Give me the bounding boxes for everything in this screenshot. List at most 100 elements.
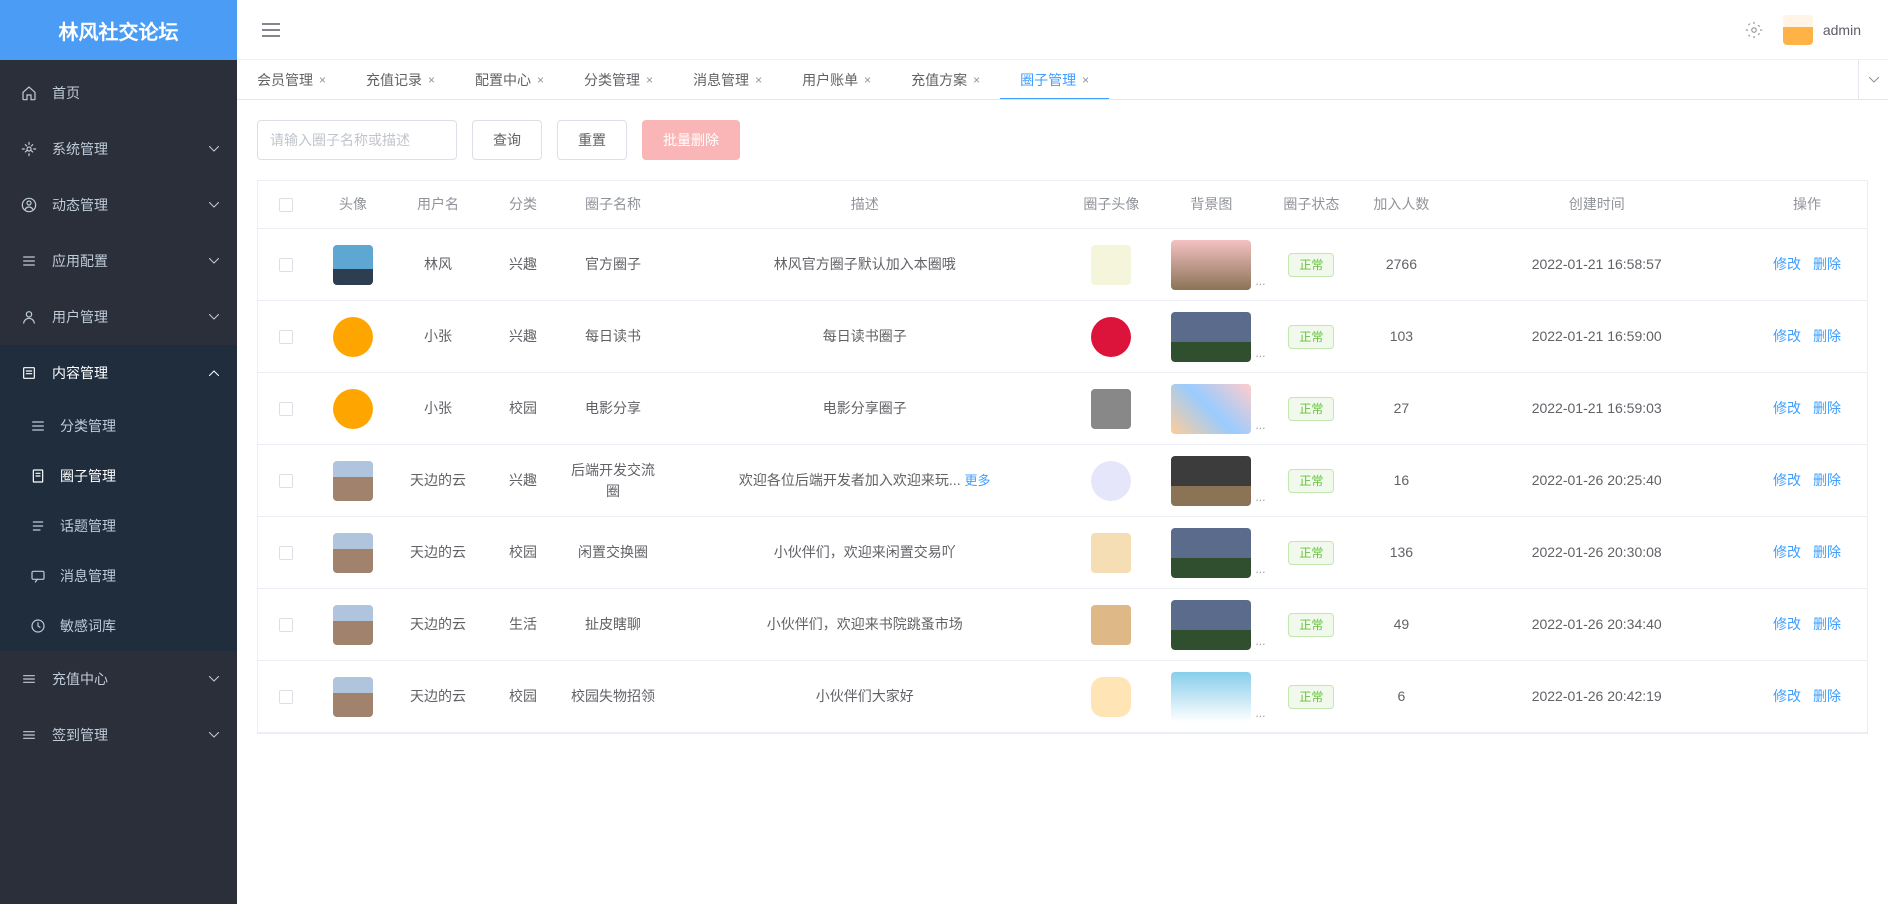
row-checkbox[interactable] xyxy=(279,546,293,560)
tab-消息管理[interactable]: 消息管理× xyxy=(673,60,782,99)
nav-item-用户管理[interactable]: 用户管理 xyxy=(0,289,237,345)
edit-link[interactable]: 修改 xyxy=(1773,326,1801,347)
edit-link[interactable]: 修改 xyxy=(1773,398,1801,419)
background-thumb: ... xyxy=(1171,240,1251,290)
cell-username: 天边的云 xyxy=(393,604,483,645)
row-checkbox[interactable] xyxy=(279,690,293,704)
close-icon[interactable]: × xyxy=(319,73,326,87)
row-checkbox[interactable] xyxy=(279,618,293,632)
row-checkbox[interactable] xyxy=(279,402,293,416)
circle-avatar-thumb xyxy=(1091,245,1131,285)
cell-description: 每日读书圈子 xyxy=(663,316,1066,357)
cell-circle-name: 闲置交换圈 xyxy=(563,532,663,573)
user-menu[interactable]: admin xyxy=(1783,15,1861,45)
status-badge: 正常 xyxy=(1288,469,1334,493)
sub-item-话题管理[interactable]: 话题管理 xyxy=(0,501,237,551)
select-all-checkbox[interactable] xyxy=(279,198,293,212)
col-created: 创建时间 xyxy=(1446,184,1747,225)
filter-toolbar: 查询 重置 批量删除 xyxy=(257,120,1868,160)
close-icon[interactable]: × xyxy=(973,73,980,87)
search-input[interactable] xyxy=(257,120,457,160)
close-icon[interactable]: × xyxy=(428,73,435,87)
tab-充值记录[interactable]: 充值记录× xyxy=(346,60,455,99)
nav-item-首页[interactable]: 首页 xyxy=(0,65,237,121)
col-ops: 操作 xyxy=(1747,184,1867,225)
close-icon[interactable]: × xyxy=(755,73,762,87)
tab-会员管理[interactable]: 会员管理 × xyxy=(237,60,346,99)
nav-item-充值中心[interactable]: 充值中心 xyxy=(0,651,237,707)
delete-link[interactable]: 删除 xyxy=(1813,542,1841,563)
tab-圈子管理[interactable]: 圈子管理× xyxy=(1000,60,1109,99)
sub-item-分类管理[interactable]: 分类管理 xyxy=(0,401,237,451)
tab-label: 用户账单 xyxy=(802,70,858,90)
edit-link[interactable]: 修改 xyxy=(1773,686,1801,707)
sub-item-消息管理[interactable]: 消息管理 xyxy=(0,551,237,601)
nav-label: 充值中心 xyxy=(52,669,108,689)
delete-link[interactable]: 删除 xyxy=(1813,470,1841,491)
sub-label: 话题管理 xyxy=(60,516,116,536)
chevron-down-icon xyxy=(209,732,219,738)
row-checkbox[interactable] xyxy=(279,258,293,272)
cell-category: 兴趣 xyxy=(483,244,563,285)
table-row: 林风 兴趣 官方圈子 林风官方圈子默认加入本圈哦 ... 正常 2766 202… xyxy=(258,229,1867,301)
more-link[interactable]: 更多 xyxy=(964,473,990,488)
edit-link[interactable]: 修改 xyxy=(1773,614,1801,635)
table-row: 天边的云 生活 扯皮瞎聊 小伙伴们，欢迎来书院跳蚤市场 ... 正常 49 20… xyxy=(258,589,1867,661)
nav-item-动态管理[interactable]: 动态管理 xyxy=(0,177,237,233)
circle-avatar-thumb xyxy=(1091,317,1131,357)
circle-avatar-thumb xyxy=(1091,533,1131,573)
nav-item-系统管理[interactable]: 系统管理 xyxy=(0,121,237,177)
tab-用户账单[interactable]: 用户账单 × xyxy=(782,60,891,99)
status-badge: 正常 xyxy=(1288,613,1334,637)
background-thumb: ... xyxy=(1171,600,1251,650)
delete-link[interactable]: 删除 xyxy=(1813,398,1841,419)
cell-created: 2022-01-26 20:25:40 xyxy=(1446,460,1747,501)
username-label: admin xyxy=(1823,22,1861,38)
col-category: 分类 xyxy=(483,184,563,225)
tab-充值方案[interactable]: 充值方案× xyxy=(891,60,1000,99)
nav-label: 签到管理 xyxy=(52,725,108,745)
cell-circle-name: 官方圈子 xyxy=(563,244,663,285)
reset-button[interactable]: 重置 xyxy=(557,120,627,160)
status-badge: 正常 xyxy=(1288,253,1334,277)
tab-分类管理[interactable]: 分类管理× xyxy=(564,60,673,99)
cell-category: 兴趣 xyxy=(483,460,563,501)
close-icon[interactable]: × xyxy=(864,73,871,87)
status-badge: 正常 xyxy=(1288,397,1334,421)
tab-配置中心[interactable]: 配置中心× xyxy=(455,60,564,99)
clock-icon xyxy=(30,618,46,634)
cell-members: 16 xyxy=(1356,460,1446,501)
cell-circle-name: 每日读书 xyxy=(563,316,663,357)
bulk-delete-button[interactable]: 批量删除 xyxy=(642,120,740,160)
edit-link[interactable]: 修改 xyxy=(1773,470,1801,491)
hamburger-icon[interactable] xyxy=(252,23,290,37)
tabs-dropdown-icon[interactable] xyxy=(1858,60,1888,99)
col-circle-avatar: 圈子头像 xyxy=(1066,184,1156,225)
user-circle-icon xyxy=(20,196,38,214)
nav-item-签到管理[interactable]: 签到管理 xyxy=(0,707,237,763)
nav-item-应用配置[interactable]: 应用配置 xyxy=(0,233,237,289)
row-checkbox[interactable] xyxy=(279,474,293,488)
close-icon[interactable]: × xyxy=(646,73,653,87)
cell-description: 欢迎各位后端开发者加入欢迎来玩... 更多 xyxy=(663,460,1066,501)
cell-members: 27 xyxy=(1356,388,1446,429)
sub-item-敏感词库[interactable]: 敏感词库 xyxy=(0,601,237,651)
close-icon[interactable]: × xyxy=(1082,73,1089,87)
close-icon[interactable]: × xyxy=(537,73,544,87)
delete-link[interactable]: 删除 xyxy=(1813,614,1841,635)
nav-label: 动态管理 xyxy=(52,195,108,215)
tab-label: 会员管理 xyxy=(257,70,313,90)
background-thumb: ... xyxy=(1171,672,1251,722)
cell-username: 天边的云 xyxy=(393,532,483,573)
row-checkbox[interactable] xyxy=(279,330,293,344)
settings-icon[interactable] xyxy=(1745,21,1763,39)
delete-link[interactable]: 删除 xyxy=(1813,326,1841,347)
background-thumb: ... xyxy=(1171,312,1251,362)
edit-link[interactable]: 修改 xyxy=(1773,542,1801,563)
sub-item-圈子管理[interactable]: 圈子管理 xyxy=(0,451,237,501)
delete-link[interactable]: 删除 xyxy=(1813,254,1841,275)
nav-item-内容管理[interactable]: 内容管理 xyxy=(0,345,237,401)
edit-link[interactable]: 修改 xyxy=(1773,254,1801,275)
query-button[interactable]: 查询 xyxy=(472,120,542,160)
delete-link[interactable]: 删除 xyxy=(1813,686,1841,707)
